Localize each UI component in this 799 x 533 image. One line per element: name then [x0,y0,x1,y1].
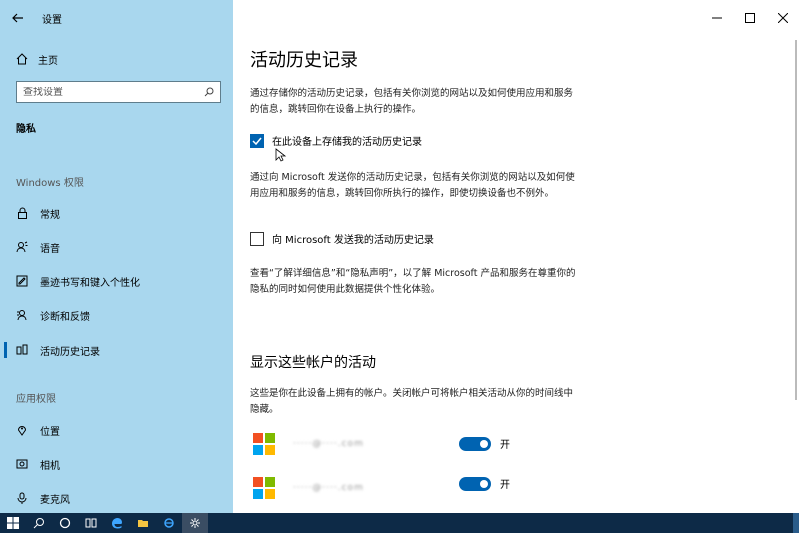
ink-icon [16,275,28,287]
taskbar-settings-button[interactable] [182,513,208,533]
app-title: 设置 [42,14,62,26]
account-row: ·····@····.com 开 [253,477,533,499]
account-row: ·····@····.com 开 [253,433,533,455]
microphone-icon [16,492,28,504]
window-controls [700,0,799,36]
search-box[interactable] [16,81,221,103]
sidebar-item-label: 相机 [40,460,60,472]
location-icon [16,424,28,436]
send-activity-label: 向 Microsoft 发送我的活动历史记录 [272,235,434,246]
store-description: 通过存储你的活动历史记录，包括有关你浏览的网站以及如何使用应用和服务的信息，跳转… [250,88,574,115]
sidebar-item-label: 麦克风 [40,494,70,506]
group-label-app: 应用权限 [16,394,56,405]
taskbar-search-button[interactable] [26,513,52,533]
internet-explorer-icon [164,518,174,528]
start-button[interactable] [0,513,26,533]
account-toggle-label: 开 [500,480,510,491]
taskbar-explorer-button[interactable] [130,513,156,533]
activity-history-icon [16,344,28,356]
home-icon [16,53,28,65]
accounts-description: 这些是你在此设备上拥有的帐户。关闭帐户可将帐户相关活动从你的时间线中隐藏。 [250,388,574,415]
minimize-icon [711,17,722,19]
checkmark-icon [252,137,262,145]
microsoft-logo-icon [253,433,275,455]
camera-icon [16,458,28,470]
search-icon[interactable] [204,87,214,97]
taskbar-edge-button[interactable] [104,513,130,533]
group-label-windows: Windows 权限 [16,178,84,189]
accounts-section-title: 显示这些帐户的活动 [250,355,376,371]
section-title-privacy: 隐私 [16,124,36,135]
maximize-icon [744,13,755,23]
scrollbar-thumb[interactable] [795,40,797,400]
account-name: ·····@····.com [293,483,364,493]
diagnostics-icon [16,309,28,321]
cortana-button[interactable] [52,513,78,533]
account-toggle-label: 开 [500,440,510,451]
account-toggle[interactable] [459,437,491,451]
cortana-icon [59,517,71,529]
gear-icon [190,518,200,528]
sidebar-item-microphone[interactable]: 麦克风 [16,488,226,508]
show-desktop-button[interactable] [793,513,799,533]
taskbar [0,513,799,533]
lock-icon [16,207,28,219]
taskbar-ie-button[interactable] [156,513,182,533]
send-activity-checkbox-row[interactable]: 向 Microsoft 发送我的活动历史记录 [250,231,434,246]
close-icon [777,13,788,23]
sidebar-item-label: 诊断和反馈 [40,311,90,323]
sidebar-item-label: 墨迹书写和键入个性化 [40,277,140,289]
sidebar-item-camera[interactable]: 相机 [16,454,226,474]
account-toggle[interactable] [459,477,491,491]
windows-logo-icon [7,517,19,529]
sidebar-item-activity-history[interactable]: 活动历史记录 [4,340,226,360]
store-activity-label: 在此设备上存储我的活动历史记录 [272,137,422,148]
back-arrow-icon [12,13,23,23]
minimize-button[interactable] [700,0,733,36]
sidebar-item-general[interactable]: 常规 [16,203,226,223]
sidebar-item-label: 活动历史记录 [40,346,100,358]
store-activity-checkbox[interactable] [250,133,264,148]
maximize-button[interactable] [733,0,766,36]
sidebar-item-speech[interactable]: 语音 [16,237,226,257]
folder-icon [138,520,148,527]
close-button[interactable] [766,0,799,36]
search-icon [33,518,44,529]
page-title: 活动历史记录 [250,50,358,71]
sidebar-item-diagnostics[interactable]: 诊断和反馈 [16,305,226,325]
title-bar-left: 设置 [0,0,233,36]
search-input[interactable] [23,86,193,98]
sidebar-item-label: 语音 [40,243,60,255]
task-view-button[interactable] [78,513,104,533]
sidebar: 设置 主页 隐私 Windows 权限 常规 语音 墨迹书写和键入个性化 诊断和… [0,0,233,513]
task-view-icon [85,518,97,528]
send-description: 通过向 Microsoft 发送你的活动历史记录，包括有关你浏览的网站以及如何使… [250,172,575,199]
send-activity-checkbox[interactable] [250,231,264,246]
account-name: ·····@····.com [293,439,364,449]
edge-icon [112,518,122,529]
mouse-cursor-icon [275,148,287,162]
microsoft-logo-icon [253,477,275,499]
privacy-statement-text: 查看“了解详细信息”和“隐私声明”，以了解 Microsoft 产品和服务在尊重… [250,268,576,295]
sidebar-item-home[interactable]: 主页 [16,50,58,68]
speech-icon [16,241,28,253]
sidebar-item-label: 主页 [38,55,58,67]
sidebar-item-label: 常规 [40,209,60,221]
back-button[interactable] [0,0,36,36]
main-content: 活动历史记录 通过存储你的活动历史记录，包括有关你浏览的网站以及如何使用应用和服… [233,0,799,513]
sidebar-item-inking-typing[interactable]: 墨迹书写和键入个性化 [16,271,226,291]
sidebar-item-label: 位置 [40,426,60,438]
store-activity-checkbox-row[interactable]: 在此设备上存储我的活动历史记录 [250,133,422,148]
sidebar-item-location[interactable]: 位置 [16,420,226,440]
